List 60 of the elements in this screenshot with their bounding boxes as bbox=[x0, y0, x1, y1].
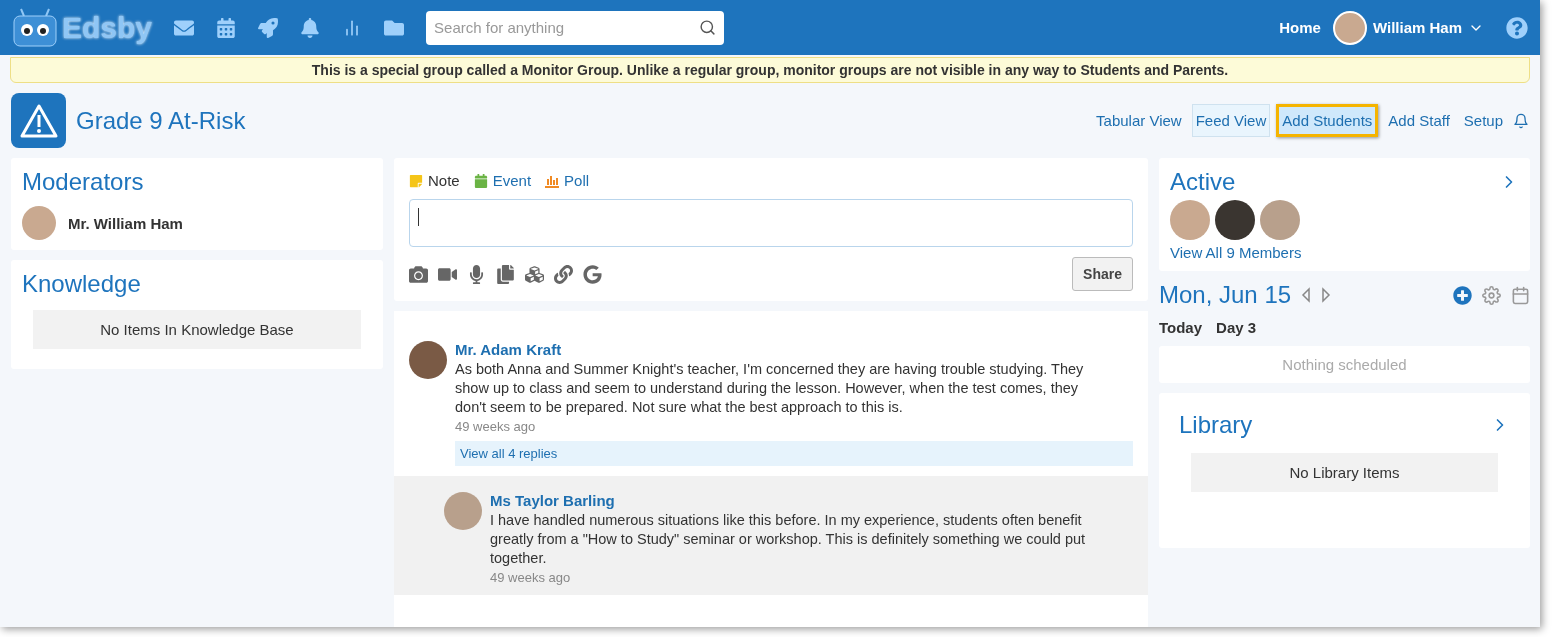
moderators-title: Moderators bbox=[22, 168, 145, 196]
add-icon[interactable] bbox=[1453, 285, 1472, 305]
notice-banner: This is a special group called a Monitor Group. Unlike a regular group, monitor groups are not visible in any way to Students and Parents. bbox=[10, 57, 1530, 83]
google-icon[interactable] bbox=[583, 264, 602, 284]
knowledge-title: Knowledge bbox=[22, 270, 142, 298]
group-tab[interactable]: Feed View bbox=[1191, 104, 1271, 137]
view-members-link[interactable]: View All 9 Members bbox=[1170, 244, 1519, 261]
calendar-icon[interactable] bbox=[216, 17, 237, 38]
group-tab[interactable]: Add Students bbox=[1276, 104, 1379, 137]
today-label: Today bbox=[1159, 319, 1203, 336]
logo-text: Edsby bbox=[62, 10, 153, 45]
group-tab[interactable]: Setup bbox=[1459, 104, 1507, 137]
empty-message: No Library Items bbox=[1191, 453, 1498, 492]
member-avatar bbox=[1170, 200, 1210, 240]
previous-icon[interactable] bbox=[1301, 287, 1312, 303]
group-title: Grade 9 At-Risk bbox=[76, 106, 246, 135]
user-name[interactable]: William Ham bbox=[1372, 19, 1462, 36]
post-time: 49 weeks ago bbox=[455, 419, 537, 434]
post-type-tab[interactable]: Poll bbox=[545, 172, 590, 189]
camera-icon[interactable] bbox=[409, 264, 428, 284]
home-link[interactable]: Home bbox=[1279, 19, 1321, 36]
author-name[interactable]: Mr. Adam Kraft bbox=[455, 341, 1133, 358]
author-avatar bbox=[444, 492, 482, 530]
user-avatar bbox=[1332, 10, 1367, 45]
author-name[interactable]: Ms Taylor Barling bbox=[490, 492, 1133, 509]
post-text: As both Anna and Summer Knight's teacher, I'm concerned they are having trouble studying. They show up to class and seem to understand during the lesson. However, when the test comes, they don't seem to be prepared. Not sure what the best approach to this is. bbox=[455, 360, 1085, 417]
post-type-tab[interactable]: Event bbox=[473, 172, 532, 189]
search-icon[interactable] bbox=[699, 18, 717, 36]
rocket-icon[interactable] bbox=[258, 17, 279, 38]
author-avatar bbox=[409, 341, 447, 379]
search-field[interactable]: Search for anything bbox=[426, 10, 725, 45]
group-tab[interactable]: Tabular View bbox=[1092, 104, 1186, 137]
calendar-icon[interactable] bbox=[1511, 285, 1530, 305]
post-time: 49 weeks ago bbox=[490, 570, 572, 585]
library-title: Library bbox=[1179, 411, 1253, 439]
day-label: Day 3 bbox=[1216, 319, 1257, 336]
moderator-name[interactable]: Mr. William Ham bbox=[68, 214, 183, 232]
group-tab[interactable]: Add Staff bbox=[1384, 104, 1454, 137]
bell-icon[interactable] bbox=[1513, 112, 1529, 129]
robot-logo-icon bbox=[12, 7, 58, 48]
warning-icon bbox=[11, 93, 66, 148]
microphone-icon[interactable] bbox=[467, 264, 486, 284]
empty-schedule-message: Nothing scheduled bbox=[1159, 346, 1530, 383]
view-replies-link[interactable]: View all 4 replies bbox=[455, 441, 1133, 466]
post-type-tab[interactable]: Note bbox=[409, 172, 460, 189]
post-text: I have handled numerous situations like this before. In my experience, students often benefit greatly from a "How to Study" seminar or workshop. This is definitely something we could put together. bbox=[490, 511, 1087, 568]
documents-icon[interactable] bbox=[496, 264, 515, 284]
share-button[interactable]: Share bbox=[1072, 257, 1133, 291]
moderator-avatar bbox=[22, 206, 56, 240]
next-icon[interactable] bbox=[1321, 287, 1332, 303]
active-title: Active bbox=[1170, 168, 1236, 196]
empty-message: No Items In Knowledge Base bbox=[33, 310, 361, 349]
cubes-icon[interactable] bbox=[525, 264, 544, 284]
help-icon[interactable] bbox=[1506, 16, 1528, 39]
calendar-date: Mon, Jun 15 bbox=[1159, 281, 1292, 309]
settings-icon[interactable] bbox=[1482, 285, 1501, 305]
link-icon[interactable] bbox=[554, 264, 573, 284]
member-avatar bbox=[1260, 200, 1300, 240]
bell-icon[interactable] bbox=[300, 17, 321, 38]
member-avatar bbox=[1215, 200, 1255, 240]
